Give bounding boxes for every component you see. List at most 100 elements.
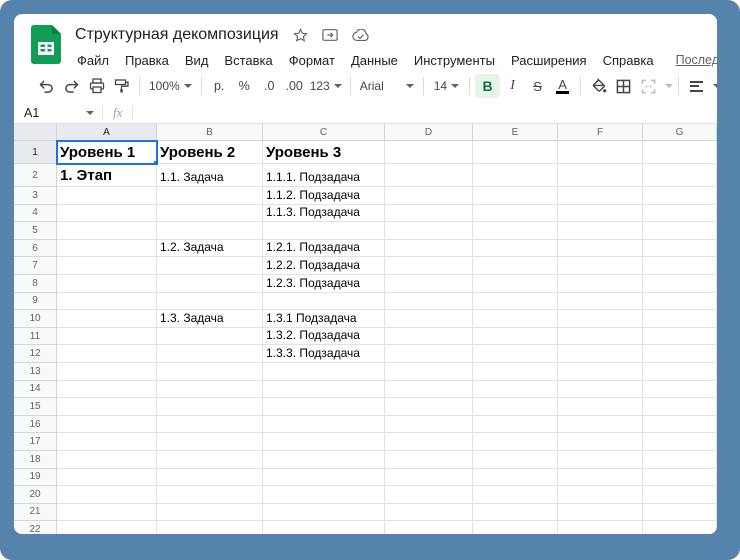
cell-D5[interactable] [385, 222, 473, 240]
row-header-7[interactable]: 7 [14, 257, 57, 275]
row-header-20[interactable]: 20 [14, 486, 57, 504]
undo-button[interactable] [34, 74, 59, 98]
cell-A18[interactable] [57, 451, 157, 469]
row-header-12[interactable]: 12 [14, 345, 57, 363]
cell-D4[interactable] [385, 205, 473, 223]
cell-D9[interactable] [385, 293, 473, 311]
menu-extensions[interactable]: Расширения [503, 51, 595, 70]
cell-C1[interactable]: Уровень 3 [263, 141, 385, 164]
sheets-logo-icon[interactable] [31, 25, 61, 65]
cell-F19[interactable] [558, 469, 643, 487]
decrease-decimals-button[interactable]: .0 [257, 74, 282, 98]
merge-dropdown-icon[interactable] [665, 84, 673, 88]
cell-F11[interactable] [558, 328, 643, 346]
menu-edit[interactable]: Правка [117, 51, 177, 70]
strikethrough-button[interactable]: S [525, 74, 550, 98]
column-header-E[interactable]: E [473, 124, 558, 141]
cell-D22[interactable] [385, 521, 473, 534]
cell-D19[interactable] [385, 469, 473, 487]
row-header-10[interactable]: 10 [14, 310, 57, 328]
fill-color-button[interactable] [586, 74, 611, 98]
row-header-8[interactable]: 8 [14, 275, 57, 293]
cell-A17[interactable] [57, 433, 157, 451]
document-title[interactable]: Структурная декомпозиция [75, 26, 279, 44]
menu-tools[interactable]: Инструменты [406, 51, 503, 70]
cell-E6[interactable] [473, 240, 558, 258]
cell-E16[interactable] [473, 416, 558, 434]
cell-C5[interactable] [263, 222, 385, 240]
cell-B4[interactable] [157, 205, 263, 223]
row-header-2[interactable]: 2 [14, 164, 57, 187]
cell-G17[interactable] [643, 433, 717, 451]
cell-D2[interactable] [385, 164, 473, 187]
zoom-select[interactable]: 100% [145, 74, 196, 98]
star-icon[interactable] [293, 28, 308, 43]
cell-D13[interactable] [385, 363, 473, 381]
cell-B14[interactable] [157, 381, 263, 399]
row-header-19[interactable]: 19 [14, 469, 57, 487]
italic-button[interactable]: I [500, 74, 525, 98]
cell-A7[interactable] [57, 257, 157, 275]
cell-D10[interactable] [385, 310, 473, 328]
cell-C8[interactable]: 1.2.3. Подзадача [263, 275, 385, 293]
column-header-B[interactable]: B [157, 124, 263, 141]
cell-B2[interactable]: 1.1. Задача [157, 164, 263, 187]
cell-G5[interactable] [643, 222, 717, 240]
column-header-A[interactable]: A [57, 124, 157, 141]
cell-F10[interactable] [558, 310, 643, 328]
cell-G19[interactable] [643, 469, 717, 487]
cell-F18[interactable] [558, 451, 643, 469]
cell-G2[interactable] [643, 164, 717, 187]
cell-C11[interactable]: 1.3.2. Подзадача [263, 328, 385, 346]
cell-F21[interactable] [558, 504, 643, 522]
cell-E12[interactable] [473, 345, 558, 363]
row-header-22[interactable]: 22 [14, 521, 57, 534]
row-header-5[interactable]: 5 [14, 222, 57, 240]
cell-D17[interactable] [385, 433, 473, 451]
format-percent-button[interactable]: % [232, 74, 257, 98]
row-header-1[interactable]: 1 [14, 141, 57, 164]
cell-E7[interactable] [473, 257, 558, 275]
cell-E20[interactable] [473, 486, 558, 504]
name-box[interactable]: A1 [14, 102, 102, 123]
cell-C17[interactable] [263, 433, 385, 451]
cell-B17[interactable] [157, 433, 263, 451]
cell-D16[interactable] [385, 416, 473, 434]
cell-C14[interactable] [263, 381, 385, 399]
cell-F8[interactable] [558, 275, 643, 293]
cell-B6[interactable]: 1.2. Задача [157, 240, 263, 258]
cell-B10[interactable]: 1.3. Задача [157, 310, 263, 328]
cell-A11[interactable] [57, 328, 157, 346]
cell-G13[interactable] [643, 363, 717, 381]
cell-G8[interactable] [643, 275, 717, 293]
cell-C4[interactable]: 1.1.3. Подзадача [263, 205, 385, 223]
cell-C12[interactable]: 1.3.3. Подзадача [263, 345, 385, 363]
cell-E17[interactable] [473, 433, 558, 451]
cell-G22[interactable] [643, 521, 717, 534]
cell-A9[interactable] [57, 293, 157, 311]
cell-C19[interactable] [263, 469, 385, 487]
cell-F9[interactable] [558, 293, 643, 311]
select-all-corner[interactable] [14, 124, 57, 141]
cell-F6[interactable] [558, 240, 643, 258]
row-header-18[interactable]: 18 [14, 451, 57, 469]
merge-cells-button[interactable] [636, 74, 661, 98]
cell-D12[interactable] [385, 345, 473, 363]
formula-input[interactable] [133, 102, 717, 123]
menu-data[interactable]: Данные [343, 51, 406, 70]
row-header-9[interactable]: 9 [14, 293, 57, 311]
cell-E21[interactable] [473, 504, 558, 522]
cell-D7[interactable] [385, 257, 473, 275]
cell-E19[interactable] [473, 469, 558, 487]
cell-D20[interactable] [385, 486, 473, 504]
cell-E1[interactable] [473, 141, 558, 164]
cell-C6[interactable]: 1.2.1. Подзадача [263, 240, 385, 258]
font-size-select[interactable]: 14 [429, 74, 464, 98]
cell-G14[interactable] [643, 381, 717, 399]
horizontal-align-button[interactable] [684, 74, 709, 98]
cell-E14[interactable] [473, 381, 558, 399]
row-header-13[interactable]: 13 [14, 363, 57, 381]
cell-C15[interactable] [263, 398, 385, 416]
cell-E2[interactable] [473, 164, 558, 187]
cell-F5[interactable] [558, 222, 643, 240]
